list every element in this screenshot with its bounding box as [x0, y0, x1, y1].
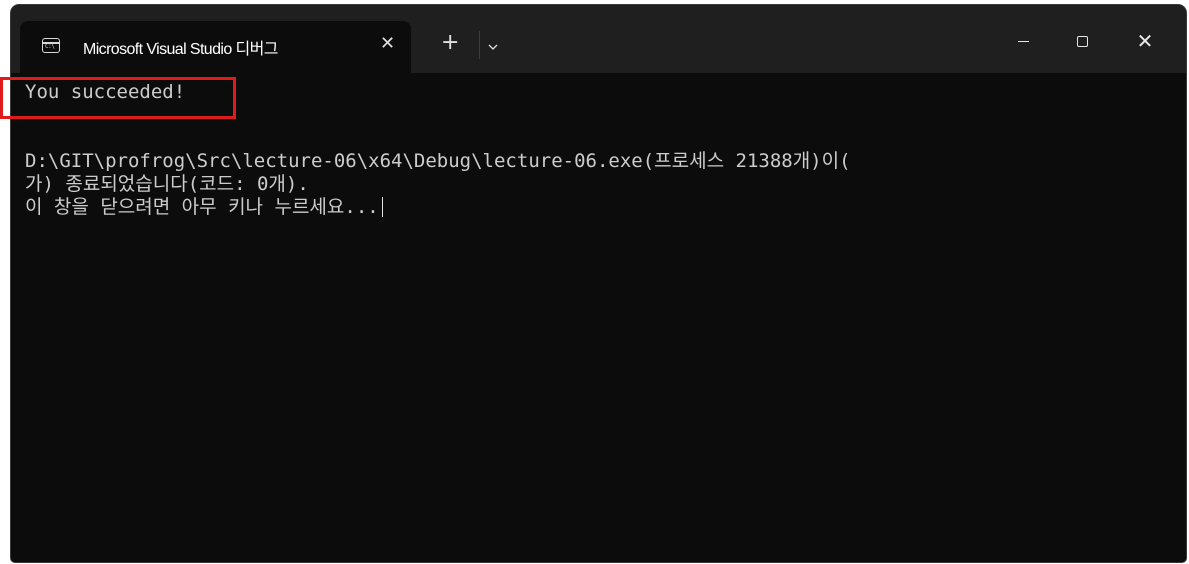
console-line-exit-path: D:\GIT\profrog\Src\lecture-06\x64\Debug\…: [25, 150, 851, 172]
press-key-text: 이 창을 닫으려면 아무 키나 누르세요...: [25, 196, 379, 218]
console-line-exit-code: 가) 종료되었습니다(코드: 0개).: [25, 173, 309, 195]
title-bar[interactable]: C:\ Microsoft Visual Studio 디버그 ✕ + ✕: [11, 5, 1186, 73]
new-tab-button[interactable]: +: [441, 32, 459, 54]
tab-debug-console[interactable]: C:\ Microsoft Visual Studio 디버그 ✕: [20, 21, 411, 73]
scrollbar[interactable]: [1176, 73, 1186, 562]
tab-title: Microsoft Visual Studio 디버그: [83, 41, 278, 58]
console-output[interactable]: You succeeded! D:\GIT\profrog\Src\lectur…: [11, 81, 1186, 219]
console-line-press-key: 이 창을 닫으려면 아무 키나 누르세요...: [25, 196, 383, 219]
console-line-success: You succeeded!: [25, 81, 186, 103]
chevron-down-icon[interactable]: [488, 39, 498, 50]
maximize-icon: [1077, 36, 1088, 47]
console-icon: C:\: [42, 38, 60, 53]
close-tab-button[interactable]: ✕: [380, 33, 395, 55]
text-cursor: [381, 197, 383, 217]
minimize-icon: [1018, 41, 1029, 42]
close-window-button[interactable]: ✕: [1125, 26, 1165, 56]
minimize-button[interactable]: [1004, 26, 1044, 56]
console-icon-text: C:\: [45, 43, 55, 50]
tab-divider: [479, 31, 480, 59]
terminal-window: C:\ Microsoft Visual Studio 디버그 ✕ + ✕ Yo…: [11, 5, 1186, 562]
maximize-button[interactable]: [1063, 26, 1103, 56]
